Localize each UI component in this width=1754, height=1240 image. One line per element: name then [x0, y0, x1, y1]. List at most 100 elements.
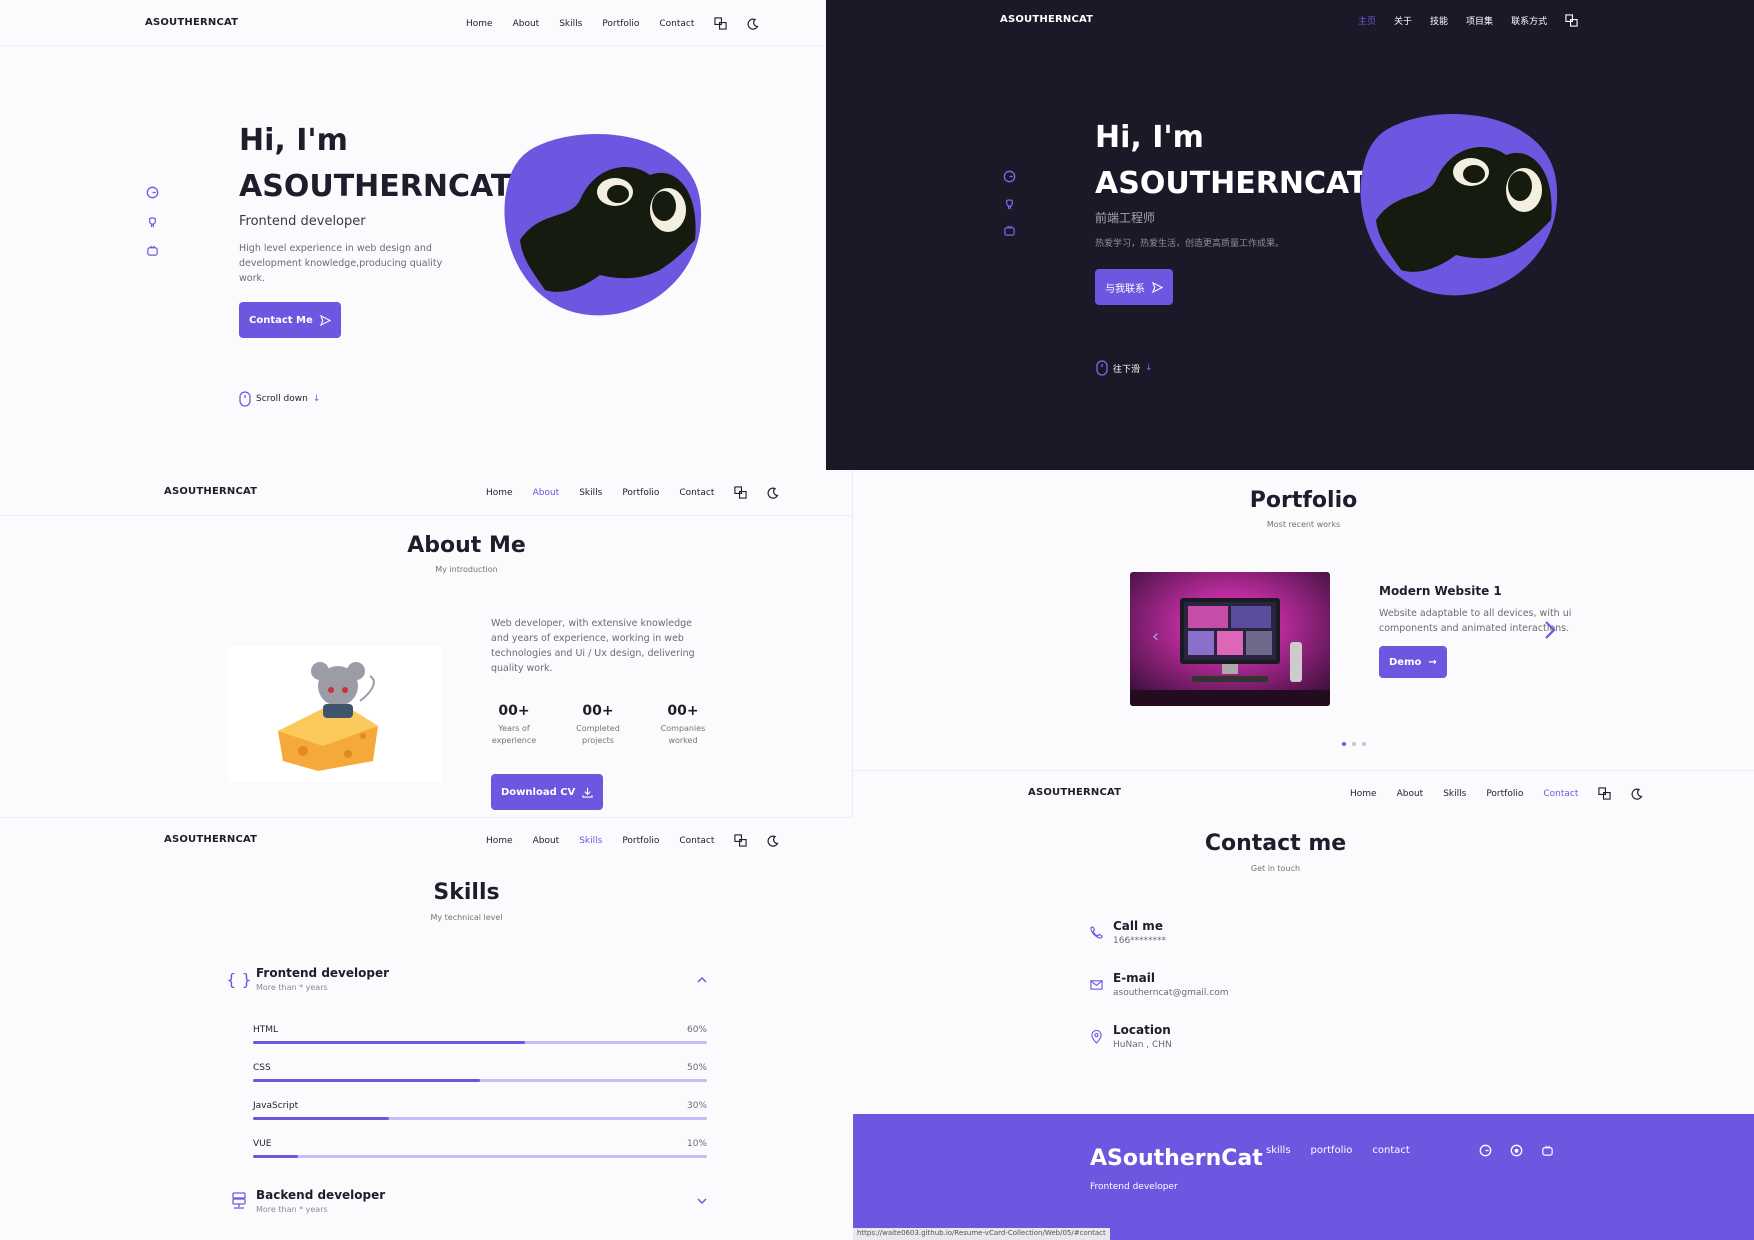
chevron-up-icon[interactable] — [697, 976, 707, 983]
send-icon — [1152, 281, 1163, 293]
frontend-skills-header[interactable]: { } Frontend developer More than * years — [226, 966, 707, 992]
hero-description: High level experience in web design and … — [239, 243, 443, 284]
nav-menu: Home About Skills Portfolio Contact — [1350, 787, 1643, 800]
moon-icon[interactable] — [767, 835, 779, 847]
nav-portfolio-cn[interactable]: 项目集 — [1466, 14, 1493, 27]
github-icon[interactable] — [1003, 197, 1016, 210]
header: ASOUTHERNCAT Home About Skills Portfolio… — [0, 818, 853, 864]
scroll-down[interactable]: Scroll down ↓ — [239, 391, 320, 407]
nav-contact[interactable]: Contact — [679, 488, 714, 498]
demo-button[interactable]: Demo → — [1379, 646, 1447, 678]
hero-role: Frontend developer — [239, 214, 366, 229]
nav-skills-cn[interactable]: 技能 — [1430, 14, 1448, 27]
backend-skills-header[interactable]: Backend developer More than * years — [226, 1188, 707, 1214]
nav-skills[interactable]: Skills — [559, 19, 582, 29]
nav-about[interactable]: About — [1397, 789, 1424, 799]
nav-about[interactable]: About — [533, 488, 560, 498]
chevron-down-icon[interactable] — [697, 1197, 707, 1205]
scroll-down-dark[interactable]: 往下滑 ↓ — [1096, 360, 1153, 376]
google-icon[interactable] — [1479, 1144, 1492, 1157]
carousel-dot[interactable] — [1352, 742, 1356, 746]
github-icon[interactable] — [1510, 1144, 1523, 1157]
translate-icon[interactable] — [1565, 14, 1578, 27]
github-icon[interactable] — [146, 215, 159, 228]
portfolio-panel: Portfolio Most recent works ‹ Modern Web… — [853, 470, 1754, 770]
hero-greeting-dark: Hi, I'm — [1095, 120, 1204, 155]
translate-icon[interactable] — [734, 486, 747, 499]
portfolio-title: Portfolio — [1249, 488, 1358, 513]
social-links-dark — [1003, 170, 1016, 237]
portfolio-subtitle: Most recent works — [1266, 520, 1341, 529]
google-icon[interactable] — [1003, 170, 1016, 183]
skill-fill — [253, 1079, 480, 1082]
carousel-dot-active[interactable] — [1342, 742, 1346, 746]
nav-skills[interactable]: Skills — [1443, 789, 1466, 799]
nav-portfolio[interactable]: Portfolio — [602, 19, 639, 29]
brand-logo-dark[interactable]: ASOUTHERNCAT — [1000, 14, 1093, 25]
hero-name: ASOUTHERNCAT — [239, 169, 512, 204]
nav-contact[interactable]: Contact — [1543, 789, 1578, 799]
hero-name-dark: ASOUTHERNCAT — [1095, 166, 1368, 201]
arrow-right-icon: → — [1428, 656, 1437, 668]
bilibili-icon[interactable] — [146, 244, 159, 257]
bilibili-icon[interactable] — [1003, 224, 1016, 237]
arrow-down-icon: ↓ — [1145, 363, 1153, 373]
frontend-subtitle: More than * years — [256, 983, 328, 992]
scroll-down-label-cn: 往下滑 — [1113, 364, 1141, 375]
skill-vue: VUE 10% — [253, 1139, 707, 1158]
brand-logo[interactable]: ASOUTHERNCAT — [164, 834, 257, 845]
bilibili-icon[interactable] — [1541, 1144, 1554, 1157]
contact-location[interactable]: Location HuNan , CHN — [1090, 1023, 1172, 1050]
social-links — [146, 186, 159, 257]
header: ASOUTHERNCAT Home About Skills Portfolio… — [853, 771, 1754, 817]
download-cv-button[interactable]: Download CV — [491, 774, 604, 810]
brand-logo[interactable]: ASOUTHERNCAT — [164, 486, 257, 497]
nav-home[interactable]: Home — [466, 19, 493, 29]
footer-social — [1479, 1144, 1554, 1157]
contact-me-button-cn[interactable]: 与我联系 — [1095, 269, 1173, 305]
footer-link-skills[interactable]: skills — [1266, 1145, 1291, 1156]
moon-icon[interactable] — [747, 18, 759, 30]
mouse-icon — [1096, 360, 1108, 376]
skill-percent: 10% — [686, 1139, 707, 1149]
send-icon — [319, 314, 331, 326]
brand-logo[interactable]: ASOUTHERNCAT — [1028, 787, 1121, 798]
nav-portfolio[interactable]: Portfolio — [622, 488, 659, 498]
about-description: Web developer, with extensive knowledge … — [491, 618, 695, 674]
header: ASOUTHERNCAT Home About Skills Portfolio… — [0, 0, 826, 46]
footer-link-portfolio[interactable]: portfolio — [1311, 1145, 1353, 1156]
nav-home-cn[interactable]: 主页 — [1358, 14, 1376, 27]
about-title: About Me — [407, 533, 526, 558]
translate-icon[interactable] — [714, 17, 727, 30]
nav-home[interactable]: Home — [486, 836, 513, 846]
nav-contact-cn[interactable]: 联系方式 — [1511, 14, 1547, 27]
brand-logo[interactable]: ASOUTHERNCAT — [145, 17, 238, 28]
nav-contact[interactable]: Contact — [679, 836, 714, 846]
skill-fill — [253, 1155, 299, 1158]
nav-portfolio[interactable]: Portfolio — [1486, 789, 1523, 799]
contact-email[interactable]: E-mail asoutherncat@gmail.com — [1090, 971, 1229, 998]
moon-icon[interactable] — [767, 487, 779, 499]
footer-link-contact[interactable]: contact — [1372, 1145, 1409, 1156]
moon-icon[interactable] — [1631, 788, 1643, 800]
contact-call[interactable]: Call me 166******** — [1090, 919, 1166, 946]
nav-about[interactable]: About — [513, 19, 540, 29]
carousel-prev-icon[interactable]: ‹ — [1152, 626, 1159, 647]
nav-contact[interactable]: Contact — [659, 19, 694, 29]
google-icon[interactable] — [146, 186, 159, 199]
nav-skills[interactable]: Skills — [579, 488, 602, 498]
nav-about[interactable]: About — [533, 836, 560, 846]
carousel-dot[interactable] — [1362, 742, 1366, 746]
nav-portfolio[interactable]: Portfolio — [622, 836, 659, 846]
nav-about-cn[interactable]: 关于 — [1394, 14, 1412, 27]
translate-icon[interactable] — [1598, 787, 1611, 800]
about-subtitle: My introduction — [435, 565, 498, 574]
nav-skills[interactable]: Skills — [579, 836, 602, 846]
nav-home[interactable]: Home — [1350, 789, 1377, 799]
skill-fill — [253, 1041, 526, 1044]
nav-home[interactable]: Home — [486, 488, 513, 498]
skill-percent: 50% — [686, 1063, 707, 1073]
contact-me-button[interactable]: Contact Me — [239, 302, 341, 338]
carousel-next-icon[interactable] — [1543, 620, 1557, 640]
translate-icon[interactable] — [734, 834, 747, 847]
